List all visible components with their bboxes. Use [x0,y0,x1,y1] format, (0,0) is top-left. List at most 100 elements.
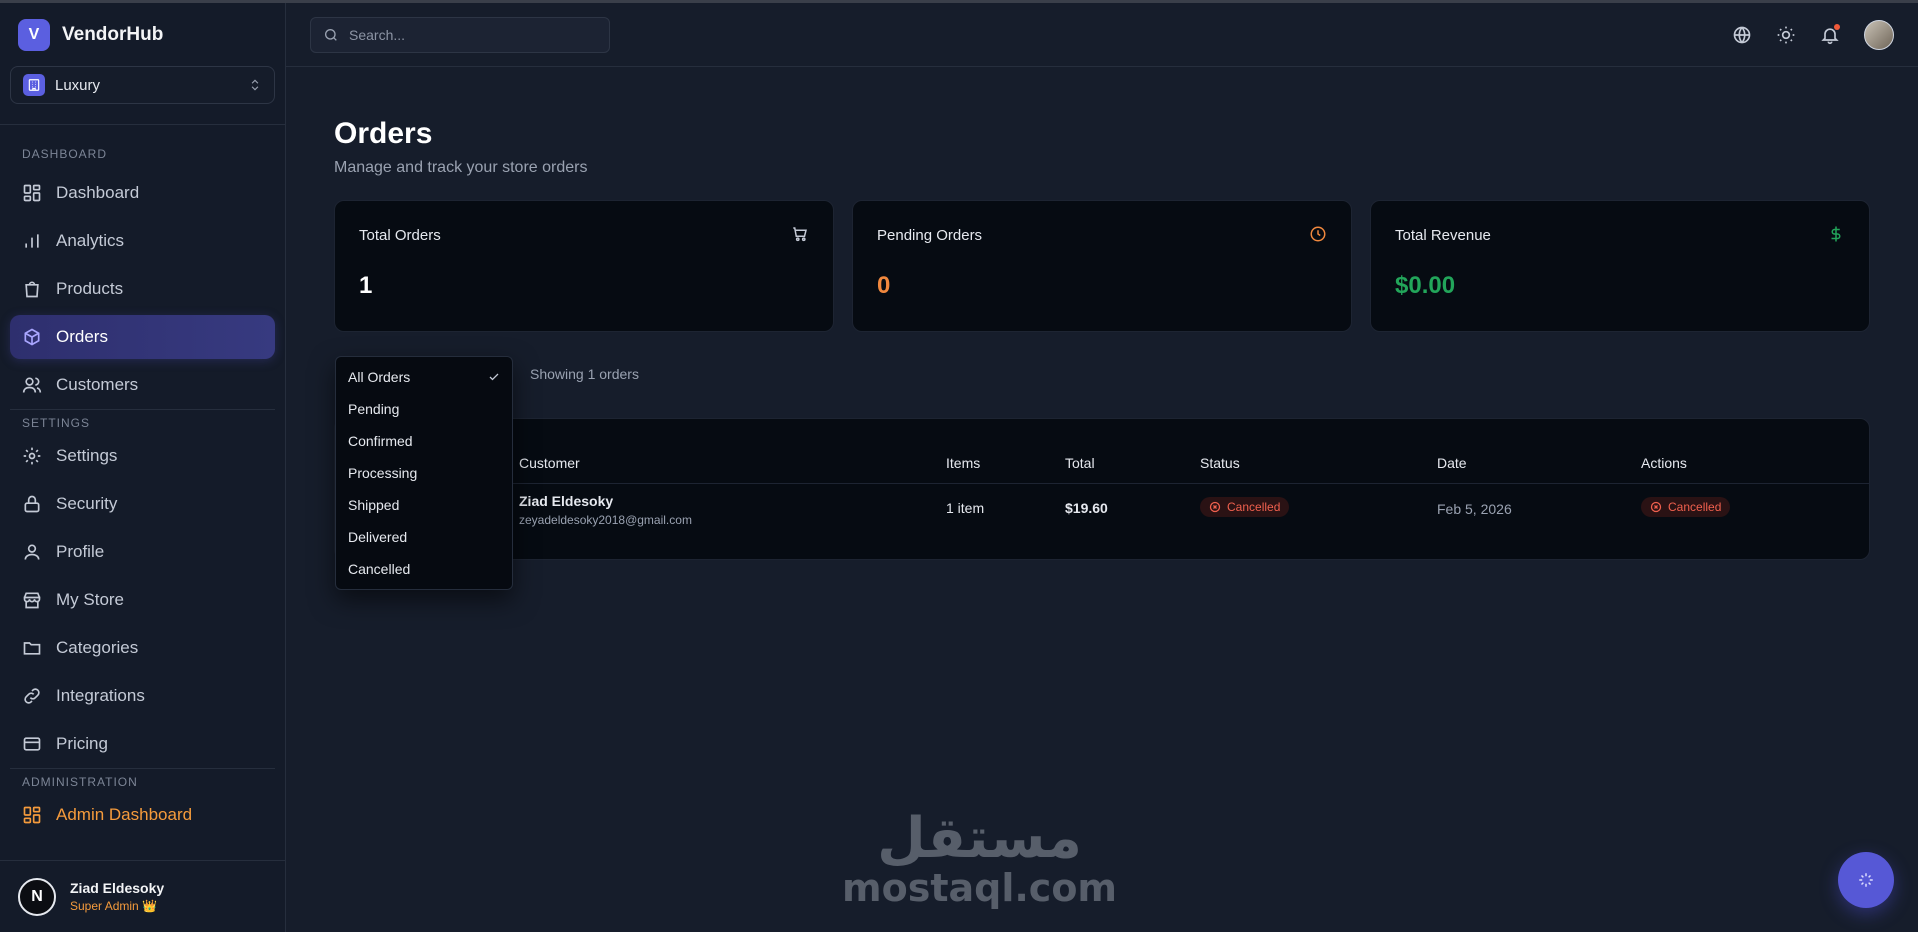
sidebar-item-settings[interactable]: Settings [10,434,275,478]
stat-card-pending-orders: Pending Orders 0 [852,200,1352,332]
user-role: Super Admin 👑 [70,899,157,913]
building-icon [23,74,45,96]
main-area: Orders Manage and track your store order… [286,3,1918,932]
stat-card-total-revenue: Total Revenue $0.00 [1370,200,1870,332]
card-icon [23,737,41,751]
stat-value: 0 [877,272,891,299]
dropdown-option-label: Delivered [348,529,408,545]
status-badge: Cancelled [1200,497,1290,517]
sidebar-item-label: Orders [56,327,108,346]
avatar: N [18,877,56,916]
sun-icon[interactable] [1776,25,1796,45]
x-circle-icon [1650,501,1662,513]
stat-label: Pending Orders [877,227,983,244]
customer-name: Ziad Eldesoky [519,493,614,509]
status-badge-label: Cancelled [1227,500,1281,514]
brand[interactable]: V VendorHub [0,3,285,66]
sidebar-item-analytics[interactable]: Analytics [10,219,275,263]
dropdown-option-pending[interactable]: Pending [336,393,512,425]
sidebar-item-label: Pricing [56,734,108,753]
sidebar-item-customers[interactable]: Customers [10,363,275,407]
store-selector[interactable]: Luxury [10,66,275,104]
dollar-icon [1831,226,1841,242]
date-cell: Feb 5, 2026 [1437,501,1512,517]
sidebar-item-label: Customers [56,375,139,394]
section-label-dashboard: DASHBOARD [22,147,108,161]
brand-logo: V [18,18,50,51]
sidebar-item-label: Products [56,279,124,298]
sidebar-item-label: My Store [56,590,125,609]
box-icon [24,328,40,346]
store-selected-label: Luxury [55,76,101,94]
column-header-total[interactable]: Total [1065,455,1095,471]
sidebar-item-label: Categories [56,638,139,657]
clock-icon [1310,226,1326,242]
column-header-actions: Actions [1641,455,1687,471]
sidebar-item-security[interactable]: Security [10,482,275,526]
page-title: Orders [334,117,433,150]
stat-label: Total Orders [359,227,441,244]
link-icon [24,688,40,704]
chevron-updown-icon [251,79,259,91]
folder-icon [23,642,41,655]
sidebar-item-orders[interactable]: Orders [10,315,275,359]
sidebar-item-profile[interactable]: Profile [10,530,275,574]
dropdown-option-label: Confirmed [348,433,413,449]
assistant-fab-button[interactable] [1838,852,1894,908]
user-name: Ziad Eldesoky [70,880,165,896]
orders-table: Customer Items Total Status Date Actions… [334,418,1870,560]
column-header-customer[interactable]: Customer [519,455,580,471]
store-icon [23,592,41,609]
user-profile-block[interactable]: N Ziad Eldesoky Super Admin 👑 [0,860,285,932]
watermark: مستقل mostaql.com [842,806,1117,908]
sidebar-item-integrations[interactable]: Integrations [10,674,275,718]
sidebar-item-label: Security [56,494,118,513]
dropdown-option-delivered[interactable]: Delivered [336,521,512,553]
sidebar-item-my-store[interactable]: My Store [10,578,275,622]
status-cell: Cancelled [1200,497,1290,517]
x-circle-icon [1209,501,1221,513]
bar-chart-icon [25,234,39,248]
sidebar-item-admin-dashboard[interactable]: Admin Dashboard [10,793,275,837]
sidebar: V VendorHub Luxury DASHBOARD Dashboard A… [0,3,286,932]
search-input[interactable] [349,26,597,43]
sidebar-item-label: Profile [56,542,105,561]
dropdown-option-processing[interactable]: Processing [336,457,512,489]
showing-count: Showing 1 orders [530,366,639,382]
lock-icon [24,495,40,513]
column-header-items[interactable]: Items [946,455,980,471]
dashboard-icon [23,184,41,202]
dropdown-option-shipped[interactable]: Shipped [336,489,512,521]
brand-name: VendorHub [62,23,164,45]
filter-row: Showing 1 orders [334,332,1870,418]
bell-icon[interactable] [1820,23,1840,45]
globe-icon[interactable] [1732,25,1752,45]
dropdown-option-all-orders[interactable]: All Orders [336,361,512,393]
dropdown-option-cancelled[interactable]: Cancelled [336,553,512,585]
sidebar-item-categories[interactable]: Categories [10,626,275,670]
search-icon [325,28,337,41]
sidebar-item-label: Admin Dashboard [56,805,193,824]
watermark-arabic: مستقل [877,806,1082,871]
dropdown-option-confirmed[interactable]: Confirmed [336,425,512,457]
sidebar-item-pricing[interactable]: Pricing [10,722,275,766]
action-status-badge[interactable]: Cancelled [1641,497,1731,517]
search-box[interactable] [310,16,610,53]
items-cell: 1 item [946,500,985,516]
total-cell: $19.60 [1065,500,1108,516]
avatar[interactable] [1864,19,1894,50]
sidebar-item-label: Integrations [56,686,145,705]
customer-email: zeyadeldesoky2018@gmail.com [519,513,692,527]
action-badge-label: Cancelled [1668,500,1722,514]
sparkle-icon [1859,873,1873,887]
order-status-dropdown[interactable]: All Orders Pending Confirmed Processing … [335,356,513,590]
customer-cell: Ziad Eldesoky zeyadeldesoky2018@gmail.co… [519,493,692,527]
section-label-settings: SETTINGS [22,416,91,430]
stat-value: $0.00 [1395,272,1456,299]
dropdown-option-label: Shipped [348,497,400,513]
sidebar-item-dashboard[interactable]: Dashboard [10,171,275,215]
column-header-date[interactable]: Date [1437,455,1467,471]
sidebar-item-products[interactable]: Products [10,267,275,311]
column-header-status[interactable]: Status [1200,455,1240,471]
topbar [286,3,1918,67]
